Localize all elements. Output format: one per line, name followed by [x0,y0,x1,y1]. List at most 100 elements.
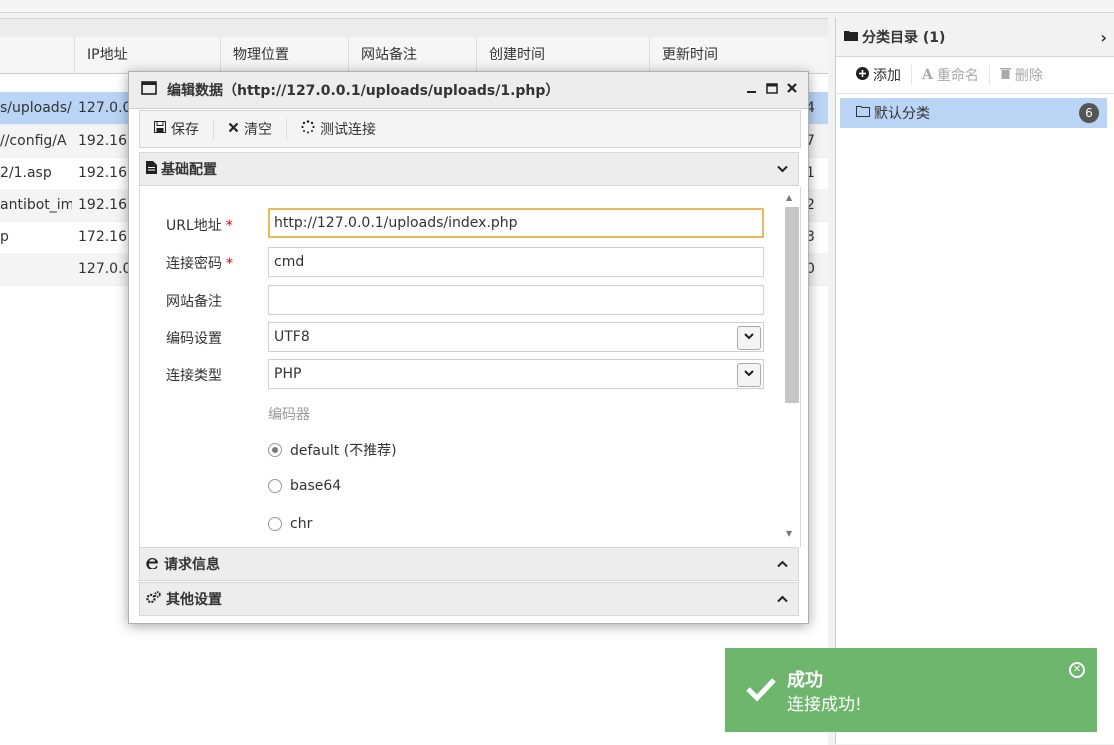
delete-category-button[interactable]: 删除 [990,65,1053,85]
type-label: 连接类型 [166,368,222,384]
encoder-option-base64[interactable]: base64 [268,478,341,494]
window-icon [141,81,157,99]
note-label: 网站备注 [166,294,222,310]
column-header-ip[interactable]: IP地址 [74,37,147,73]
test-connection-label: 测试连接 [320,122,376,138]
delete-category-label: 删除 [1014,68,1043,84]
radio-unselected[interactable] [268,479,282,493]
rename-category-label: 重命名 [936,68,979,84]
scroll-up-arrow-icon[interactable]: ▲ [786,193,792,202]
chevron-down-icon [737,363,761,387]
category-toolbar: 添加 A 重命名 删除 [836,57,1114,94]
type-select[interactable]: PHP [268,359,764,389]
encoder-option-label: chr [290,516,313,532]
note-input[interactable] [268,285,764,315]
document-icon [146,160,157,178]
encoder-label: 编码器 [268,407,310,423]
encoder-option-label: default (不推荐) [290,443,397,459]
success-toast: 成功 连接成功! ✕ [725,648,1097,732]
radio-selected[interactable] [268,443,282,457]
row-url: p [0,229,9,245]
chevron-up-icon [777,592,798,607]
column-header-created[interactable]: 创建时间 [476,37,649,73]
section-other-title: 其他设置 [166,592,222,608]
x-icon [228,121,239,137]
row-url: antibot_ima [0,197,72,213]
gears-icon [146,590,161,608]
column-header-location[interactable]: 物理位置 [220,37,348,73]
chevron-up-icon [777,557,798,572]
edge-browser-icon [146,556,159,573]
encoder-option-label: base64 [290,478,342,494]
rename-category-button[interactable]: A 重命名 [912,65,990,85]
password-input[interactable] [268,247,764,277]
encoding-label: 编码设置 [166,331,222,347]
plus-circle-icon [856,66,869,84]
add-category-label: 添加 [873,68,901,84]
clear-label: 清空 [244,122,272,138]
dialog-toolbar: 保存 清空 测试连接 [139,110,801,148]
close-toast-icon[interactable]: ✕ [1069,662,1085,678]
url-input[interactable] [268,208,764,238]
save-label: 保存 [171,122,199,138]
folder-icon [844,29,858,45]
checkmark-icon [745,676,777,706]
dialog-title: 编辑数据（http://127.0.0.1/uploads/uploads/1.… [167,83,560,99]
password-label: 连接密码 * [166,256,233,272]
font-a-icon: A [922,67,933,83]
encoding-value: UTF8 [274,329,310,345]
add-category-button[interactable]: 添加 [846,65,912,85]
section-request-info[interactable]: 请求信息 [139,547,799,581]
category-count-badge: 6 [1079,103,1099,123]
top-bar [0,0,1114,13]
edit-data-dialog: 编辑数据（http://127.0.0.1/uploads/uploads/1.… [128,71,809,624]
spinner-icon [301,120,315,138]
scroll-down-arrow-icon[interactable]: ▼ [786,529,792,538]
row-url: s/uploads/ [0,100,72,116]
section-request-title: 请求信息 [164,557,220,573]
category-panel-title: 分类目录 (1) [862,30,946,46]
row-updated-tail: 1 [806,165,815,181]
encoder-option-default[interactable]: default (不推荐) [268,440,397,460]
section-basic-title: 基础配置 [161,162,217,178]
row-updated-tail: 3 [806,229,815,245]
category-name: 默认分类 [874,106,930,122]
section-other-settings[interactable]: 其他设置 [139,582,799,616]
row-updated-tail: 4 [806,100,815,116]
save-button[interactable]: 保存 [140,118,214,140]
chevron-right-icon[interactable]: › [1100,28,1107,47]
trash-icon [999,67,1011,83]
clear-button[interactable]: 清空 [214,118,287,140]
row-updated-tail: 2 [806,197,815,213]
encoder-option-chr[interactable]: chr [268,516,312,532]
row-url: //config/A [0,133,67,149]
maximize-icon[interactable] [766,82,778,98]
form-scrollbar[interactable]: ▲ ▼ [784,191,799,541]
column-header-updated[interactable]: 更新时间 [649,37,822,73]
test-connection-button[interactable]: 测试连接 [287,118,390,140]
encoding-select[interactable]: UTF8 [268,322,764,352]
close-icon[interactable] [786,82,798,98]
scrollbar-thumb[interactable] [785,207,799,403]
row-updated-tail: 0 [806,261,815,277]
url-label: URL地址 * [166,218,233,234]
category-item-default[interactable]: 默认分类 6 [840,98,1107,128]
minimize-icon[interactable] [746,82,758,98]
section-basic-config[interactable]: 基础配置 [139,152,799,186]
category-panel-header: 分类目录 (1) › [836,18,1114,57]
column-header-url[interactable] [0,37,72,73]
folder-open-icon [856,105,870,121]
dialog-title-bar[interactable]: 编辑数据（http://127.0.0.1/uploads/uploads/1.… [129,72,808,109]
chevron-down-icon [777,162,798,177]
row-updated-tail: 7 [806,133,815,149]
table-header: IP地址 物理位置 网站备注 创建时间 更新时间 [0,37,828,74]
chevron-down-icon [737,326,761,350]
radio-unselected[interactable] [268,517,282,531]
toast-message: 连接成功! [787,695,862,715]
column-header-note[interactable]: 网站备注 [348,37,476,73]
floppy-disk-icon [154,121,166,137]
row-url [0,253,72,285]
toast-title: 成功 [787,670,823,691]
basic-config-form: URL地址* 连接密码* 网站备注 编码设置 UTF8 连接类型 PHP 编码器… [139,187,801,547]
category-panel: 分类目录 (1) › 添加 A 重命名 删除 默认分类 6 [835,18,1114,744]
